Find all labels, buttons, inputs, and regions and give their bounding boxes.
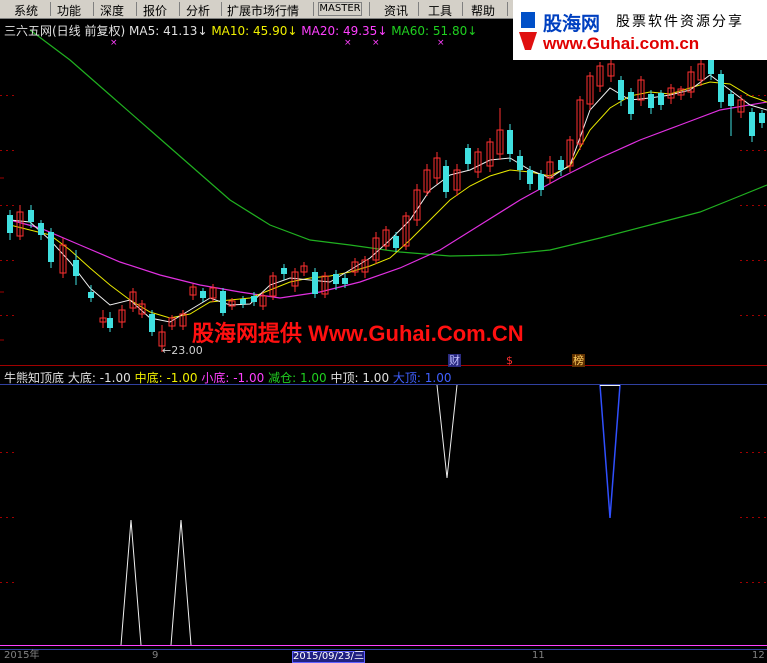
- indicator-reduce: 减仓: 1.00: [268, 371, 327, 385]
- candle: [718, 70, 724, 108]
- indicator-mid-bottom: 中底: -1.00: [134, 371, 198, 385]
- candle: [189, 284, 197, 300]
- candle: [648, 90, 654, 114]
- down-arrow-icon: ↓: [287, 24, 298, 38]
- candle: [118, 305, 126, 328]
- date-axis: [0, 651, 767, 661]
- top-signal-blue: [599, 384, 621, 519]
- ma60-line: [29, 29, 767, 257]
- candle: [453, 164, 461, 196]
- candle: [607, 60, 615, 82]
- ma5-label: MA5: 41.13: [129, 24, 198, 38]
- candle: [658, 90, 664, 110]
- down-arrow-icon: ↓: [467, 24, 478, 38]
- date-month-9: 9: [152, 650, 159, 661]
- svg-text:×: ×: [437, 38, 445, 48]
- candle: [413, 184, 421, 226]
- ma10-label: MA10: 45.90: [211, 24, 288, 38]
- candle: [269, 272, 277, 300]
- ranking-tag[interactable]: 榜: [572, 354, 585, 367]
- indicator-title-bar: 牛熊知顶底 大底: -1.00 中底: -1.00 小底: -1.00 减仓: …: [4, 369, 451, 386]
- candle: [637, 76, 645, 106]
- candle: [474, 148, 482, 178]
- candle: [443, 160, 449, 198]
- indicator-mid-top: 中顶: 1.00: [330, 371, 390, 385]
- signal-marks: × × × × ×: [110, 38, 528, 48]
- candle: [382, 226, 390, 250]
- chart-title-bar: 三六五网(日线 前复权) MA5: 41.13↓ MA10: 45.90↓ MA…: [4, 22, 477, 39]
- candle: [291, 268, 299, 292]
- candle: [402, 212, 410, 250]
- candle: [38, 220, 44, 240]
- candle: [507, 124, 513, 162]
- candle: [687, 66, 695, 98]
- candle: [546, 156, 554, 184]
- candle: [281, 264, 287, 280]
- logo-slogan: 股票软件资源分享: [616, 14, 744, 30]
- indicator-small-bottom: 小底: -1.00: [201, 371, 265, 385]
- candle: [48, 228, 54, 268]
- svg-text:×: ×: [372, 38, 380, 48]
- chart-grid: [0, 365, 767, 650]
- candle: [321, 272, 329, 298]
- candle: [99, 310, 107, 328]
- indicator-big-top: 大顶: 1.00: [392, 371, 452, 385]
- candle: [300, 262, 308, 276]
- candlesticks: [7, 56, 765, 352]
- candle: [517, 150, 523, 180]
- date-month-12: 12: [752, 650, 765, 661]
- ma20-label: MA20: 49.35: [301, 24, 378, 38]
- down-arrow-icon: ↓: [197, 24, 208, 38]
- watermark-text: 股海网提供 Www.Guhai.Com.CN: [192, 321, 524, 346]
- candle: [240, 296, 246, 308]
- candle: [7, 210, 13, 240]
- candle: [759, 110, 765, 128]
- ma5-line: [9, 74, 767, 323]
- selected-date: 2015/09/23/三: [292, 651, 366, 663]
- logo-brand-name: 股海网: [543, 13, 601, 35]
- candle: [433, 152, 441, 184]
- candle: [618, 76, 624, 106]
- candle: [73, 250, 79, 285]
- ma60-label: MA60: 51.80: [391, 24, 468, 38]
- candle: [496, 108, 504, 160]
- candle: [200, 288, 206, 302]
- candle: [697, 60, 705, 86]
- candle: [486, 138, 494, 172]
- guhai-logo: 股海网 股票软件资源分享 www.Guhai.com.cn: [513, 0, 767, 60]
- candle: [351, 258, 359, 276]
- candle: [107, 312, 113, 332]
- candle: [749, 108, 755, 142]
- top-signal-white: [436, 384, 458, 479]
- candle: [596, 62, 604, 92]
- candle: [465, 144, 471, 170]
- ma10-line: [9, 81, 767, 319]
- stock-name: 三六五网(日线 前复权): [4, 24, 126, 38]
- logo-url: www.Guhai.com.cn: [543, 34, 700, 53]
- candle: [527, 166, 533, 190]
- dividend-tag[interactable]: $: [505, 354, 514, 367]
- finance-tag[interactable]: 财: [448, 354, 461, 367]
- candle: [728, 90, 734, 136]
- indicator-big-bottom: 大底: -1.00: [67, 371, 131, 385]
- date-year: 2015年: [4, 650, 40, 661]
- candle: [558, 156, 564, 176]
- candle: [88, 285, 94, 302]
- candle: [59, 238, 67, 278]
- svg-text:×: ×: [110, 38, 118, 48]
- candle: [312, 268, 318, 298]
- candle: [149, 310, 155, 336]
- candle: [393, 232, 399, 252]
- svg-text:×: ×: [344, 38, 352, 48]
- down-arrow-icon: ↓: [377, 24, 388, 38]
- logo-mark-icon: [519, 12, 537, 50]
- candle: [220, 288, 226, 316]
- indicator-name: 牛熊知顶底: [4, 371, 65, 385]
- ma20-line: [9, 101, 767, 299]
- date-month-11: 11: [532, 650, 545, 661]
- candle: [628, 88, 634, 120]
- bottom-signal-1: [120, 519, 142, 646]
- bottom-signal-2: [170, 519, 192, 646]
- candle: [586, 72, 594, 110]
